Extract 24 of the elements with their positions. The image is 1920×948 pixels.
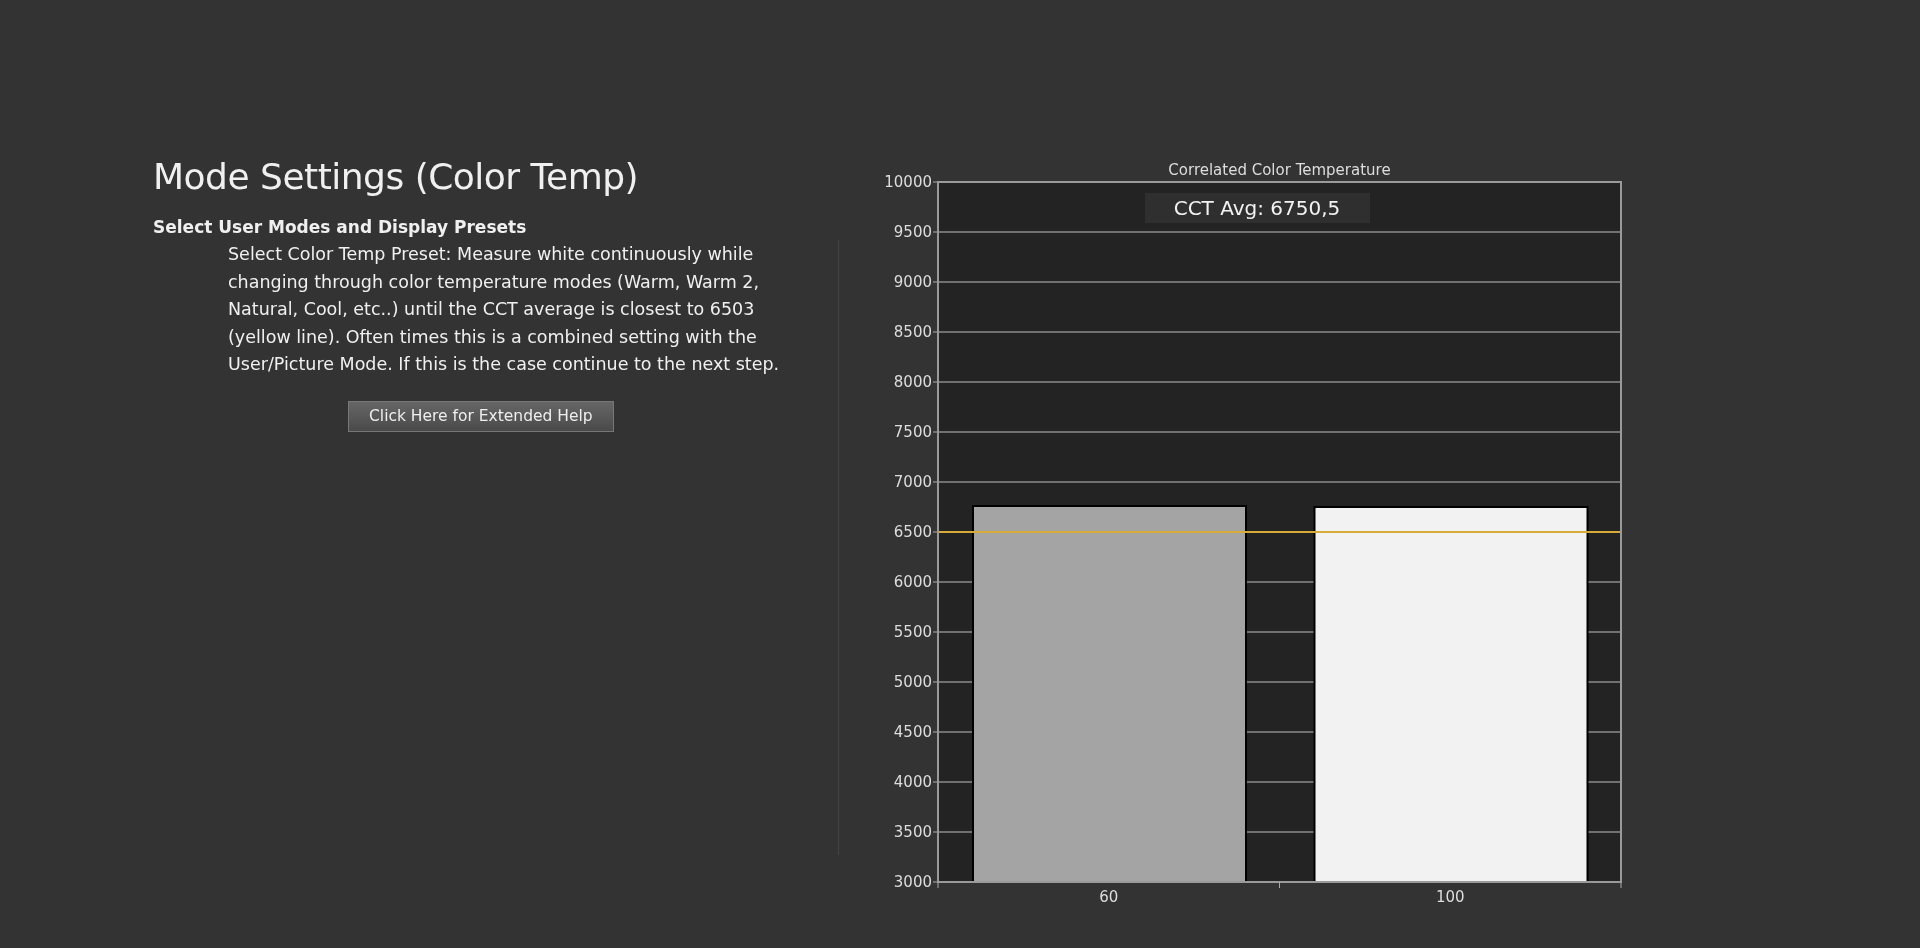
y-tick-label: 4500 [893,723,932,741]
y-tick-label: 8000 [893,373,932,391]
instructions-text: Select Color Temp Preset: Measure white continuously while changing through color temperature modes (Warm, Warm 2, Natural, Cool, etc..) until the CCT average is closest to 6503 (yellow line). Often times this is a combined setting with the User/Picture Mode. If this is the case continue to the next step. [228,243,781,376]
page-title: Mode Settings (Color Temp) [153,156,640,197]
y-tick-label: 3500 [893,823,932,841]
y-tick-label: 5500 [893,623,932,641]
cct-average-label: CCT Avg: 6750,5 [1145,193,1370,223]
y-tick-label: 6000 [893,573,932,591]
y-tick-label: 9000 [893,273,932,291]
x-tick-label: 60 [1099,888,1119,906]
y-tick-label: 7000 [893,473,932,491]
y-tick-label: 10000 [884,173,932,191]
y-tick-label: 3000 [893,873,932,891]
y-tick-label: 5000 [893,673,932,691]
y-tick-label: 4000 [893,773,932,791]
y-tick-label: 7500 [893,423,932,441]
chart-title: Correlated Color Temperature [1168,161,1391,179]
section-heading: Select User Modes and Display Presets [153,217,528,237]
x-tick-label: 100 [1435,888,1465,906]
extended-help-button[interactable]: Click Here for Extended Help [348,400,614,432]
y-tick-label: 9500 [893,223,932,241]
y-tick-label: 6500 [893,523,932,541]
annotation: CCT Avg: 6750,5 [1173,196,1341,220]
y-tick-label: 8500 [893,323,932,341]
